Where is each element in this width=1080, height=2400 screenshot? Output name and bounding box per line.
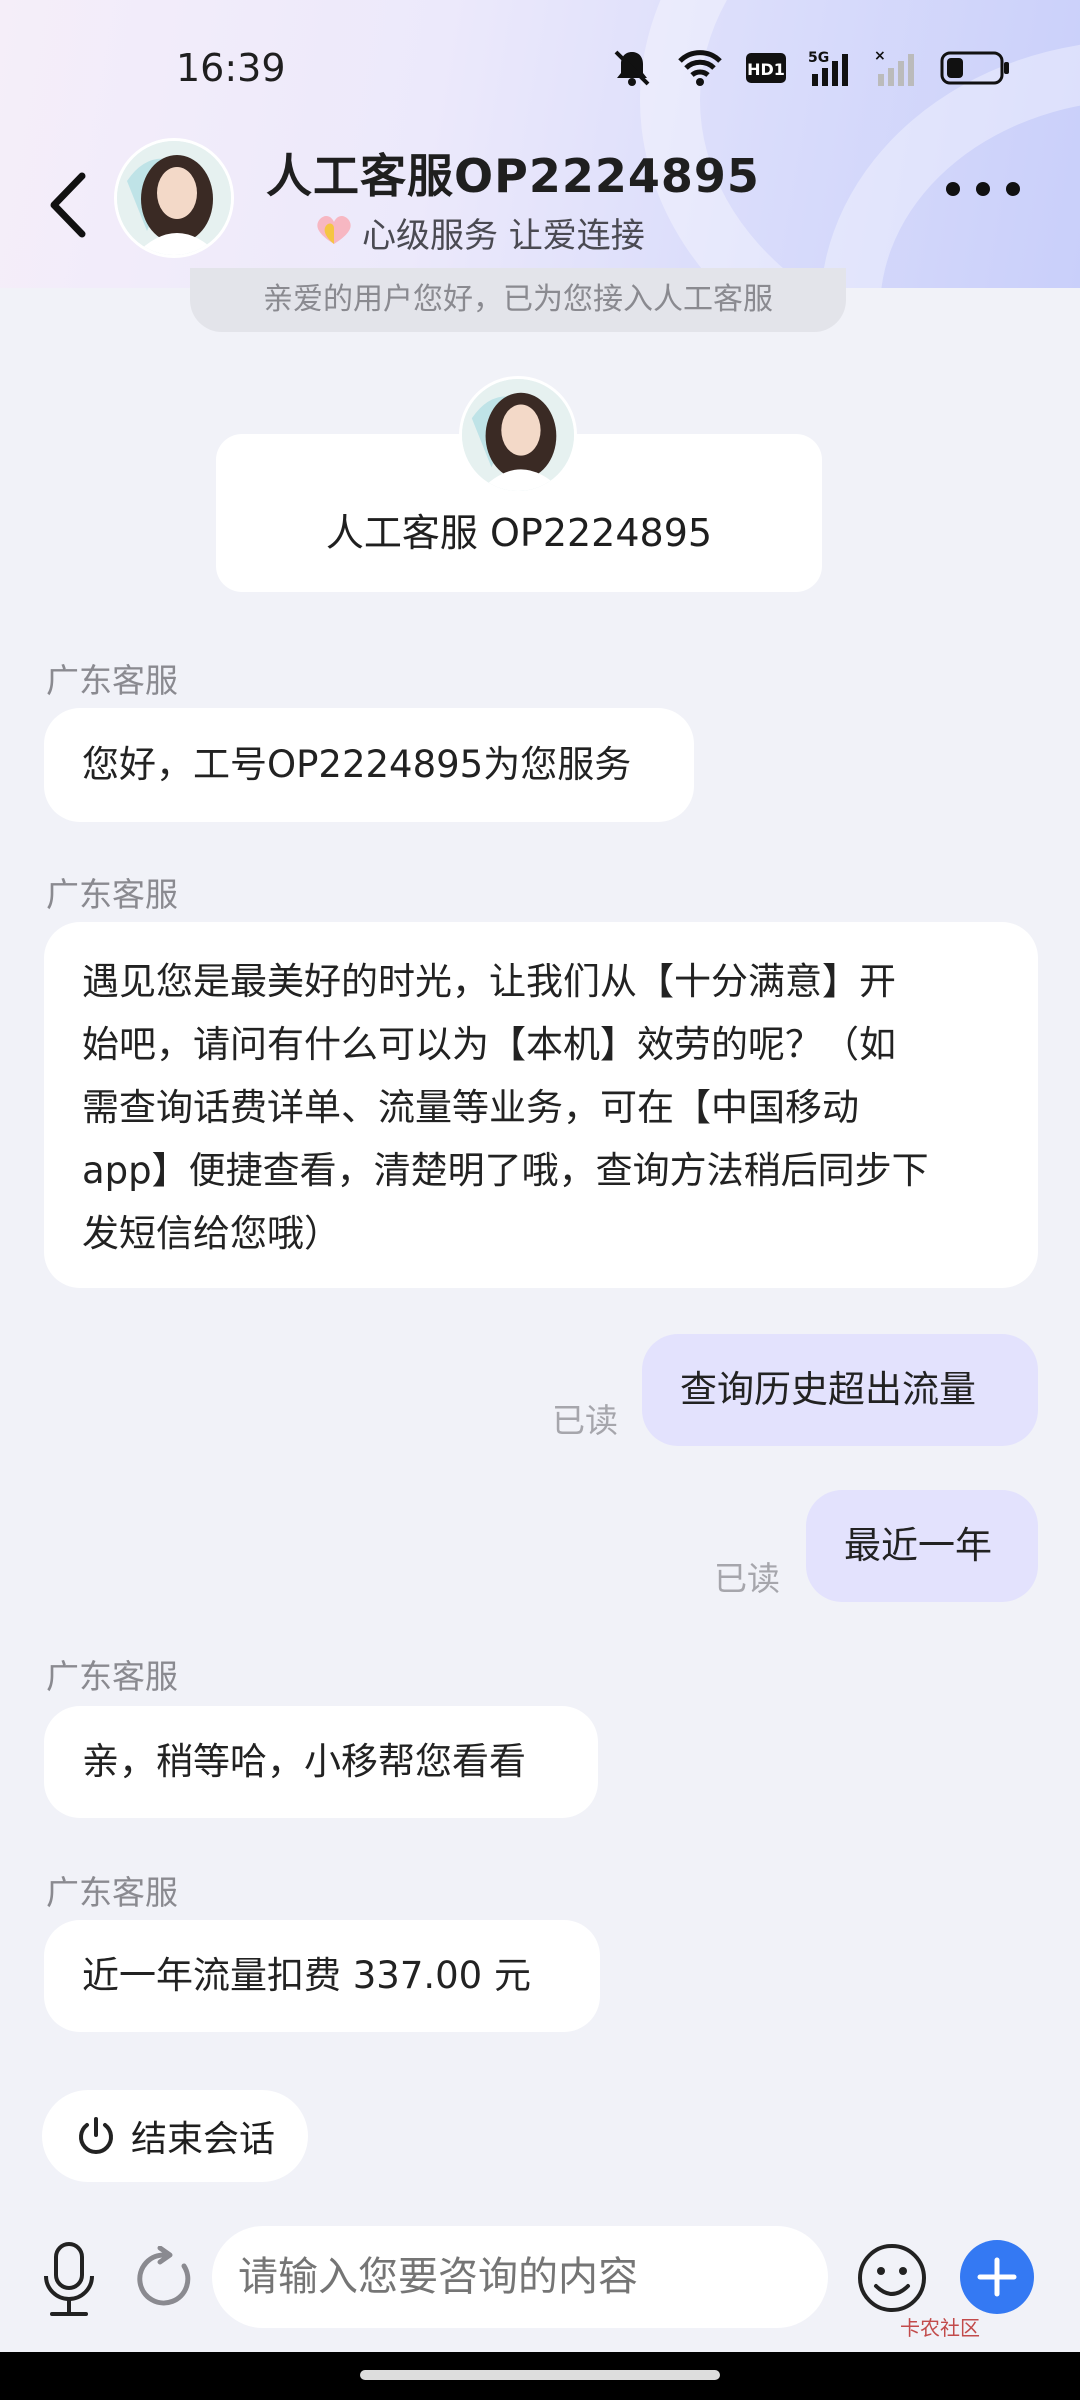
microphone-icon — [44, 2242, 94, 2316]
watermark: 卡农社区 — [900, 2312, 1050, 2352]
more-dots-icon — [946, 182, 960, 196]
svg-text:×: × — [874, 48, 886, 64]
nav-bar: 人工客服OP2224895 心级服务 让爱连接 — [0, 136, 1080, 276]
more-button[interactable] — [946, 182, 1020, 196]
agent-card-name: 人工客服 OP2224895 — [325, 511, 713, 555]
add-button[interactable] — [960, 2240, 1034, 2314]
hd-icon: HD1 — [746, 53, 786, 83]
wifi-icon — [676, 49, 724, 87]
message-sender: 广东客服 — [46, 661, 178, 700]
header: 16:39 HD1 5G × 人工客服OP2224895 心级服务 让爱连接 — [0, 0, 1080, 288]
svg-text:5G: 5G — [808, 50, 829, 66]
read-status: 已读 — [714, 1559, 780, 1598]
my-message-bubble: 最近一年 — [806, 1490, 1038, 1602]
message-bubble: 遇见您是最美好的时光，让我们从【十分满意】开 始吧，请问有什么可以为【本机】效劳… — [44, 922, 1038, 1288]
message-bubble: 近一年流量扣费 337.00 元 — [44, 1920, 600, 2032]
power-icon — [79, 2117, 113, 2154]
mute-icon — [610, 48, 654, 88]
message-line: app】便捷查看，清楚明了哦，查询方法稍后同步下 — [82, 1149, 929, 1192]
header-subtitle: 心级服务 让爱连接 — [362, 216, 645, 256]
my-message-bubble: 查询历史超出流量 — [642, 1334, 1038, 1446]
agent-avatar[interactable] — [114, 138, 234, 258]
message-line: 发短信给您哦） — [82, 1212, 341, 1255]
status-bar: 16:39 HD1 5G × — [0, 44, 1080, 94]
read-status: 已读 — [552, 1401, 618, 1440]
refresh-button[interactable] — [132, 2245, 198, 2312]
agent-card-avatar — [459, 376, 577, 494]
message-sender: 广东客服 — [46, 1873, 178, 1912]
gesture-bar — [0, 2352, 1080, 2400]
page-title: 人工客服OP2224895 — [266, 149, 760, 203]
emoji-button[interactable] — [856, 2242, 928, 2314]
home-indicator[interactable] — [360, 2370, 720, 2380]
signal-5g-icon: 5G — [808, 48, 852, 88]
message-line: 需查询话费详单、流量等业务，可在【中国移动 — [82, 1086, 859, 1129]
status-time: 16:39 — [176, 46, 286, 90]
end-session-button[interactable]: 结束会话 — [42, 2090, 308, 2182]
signal-weak-icon: × — [874, 48, 918, 88]
system-notice: 亲爱的用户您好，已为您接入人工客服 — [190, 268, 846, 332]
chevron-left-icon — [50, 172, 86, 238]
end-session-label: 结束会话 — [130, 2119, 275, 2160]
message-sender: 广东客服 — [46, 875, 178, 914]
message-bubble: 亲，稍等哈，小移帮您看看 — [44, 1706, 598, 1818]
smiley-icon — [858, 2244, 926, 2312]
message-bubble: 您好，工号OP2224895为您服务 — [44, 708, 694, 822]
microphone-button[interactable] — [38, 2240, 100, 2320]
svg-text:HD1: HD1 — [747, 60, 785, 79]
message-line: 始吧，请问有什么可以为【本机】效劳的呢？（如 — [82, 1023, 896, 1066]
refresh-icon — [137, 2245, 191, 2306]
battery-icon — [940, 51, 1010, 85]
message-input[interactable] — [212, 2226, 828, 2328]
back-button[interactable] — [44, 160, 94, 250]
message-line: 遇见您是最美好的时光，让我们从【十分满意】开 — [82, 960, 896, 1003]
message-sender: 广东客服 — [46, 1657, 178, 1696]
watermark-text: 卡农社区 — [900, 2316, 980, 2340]
plus-icon — [977, 2257, 1017, 2297]
